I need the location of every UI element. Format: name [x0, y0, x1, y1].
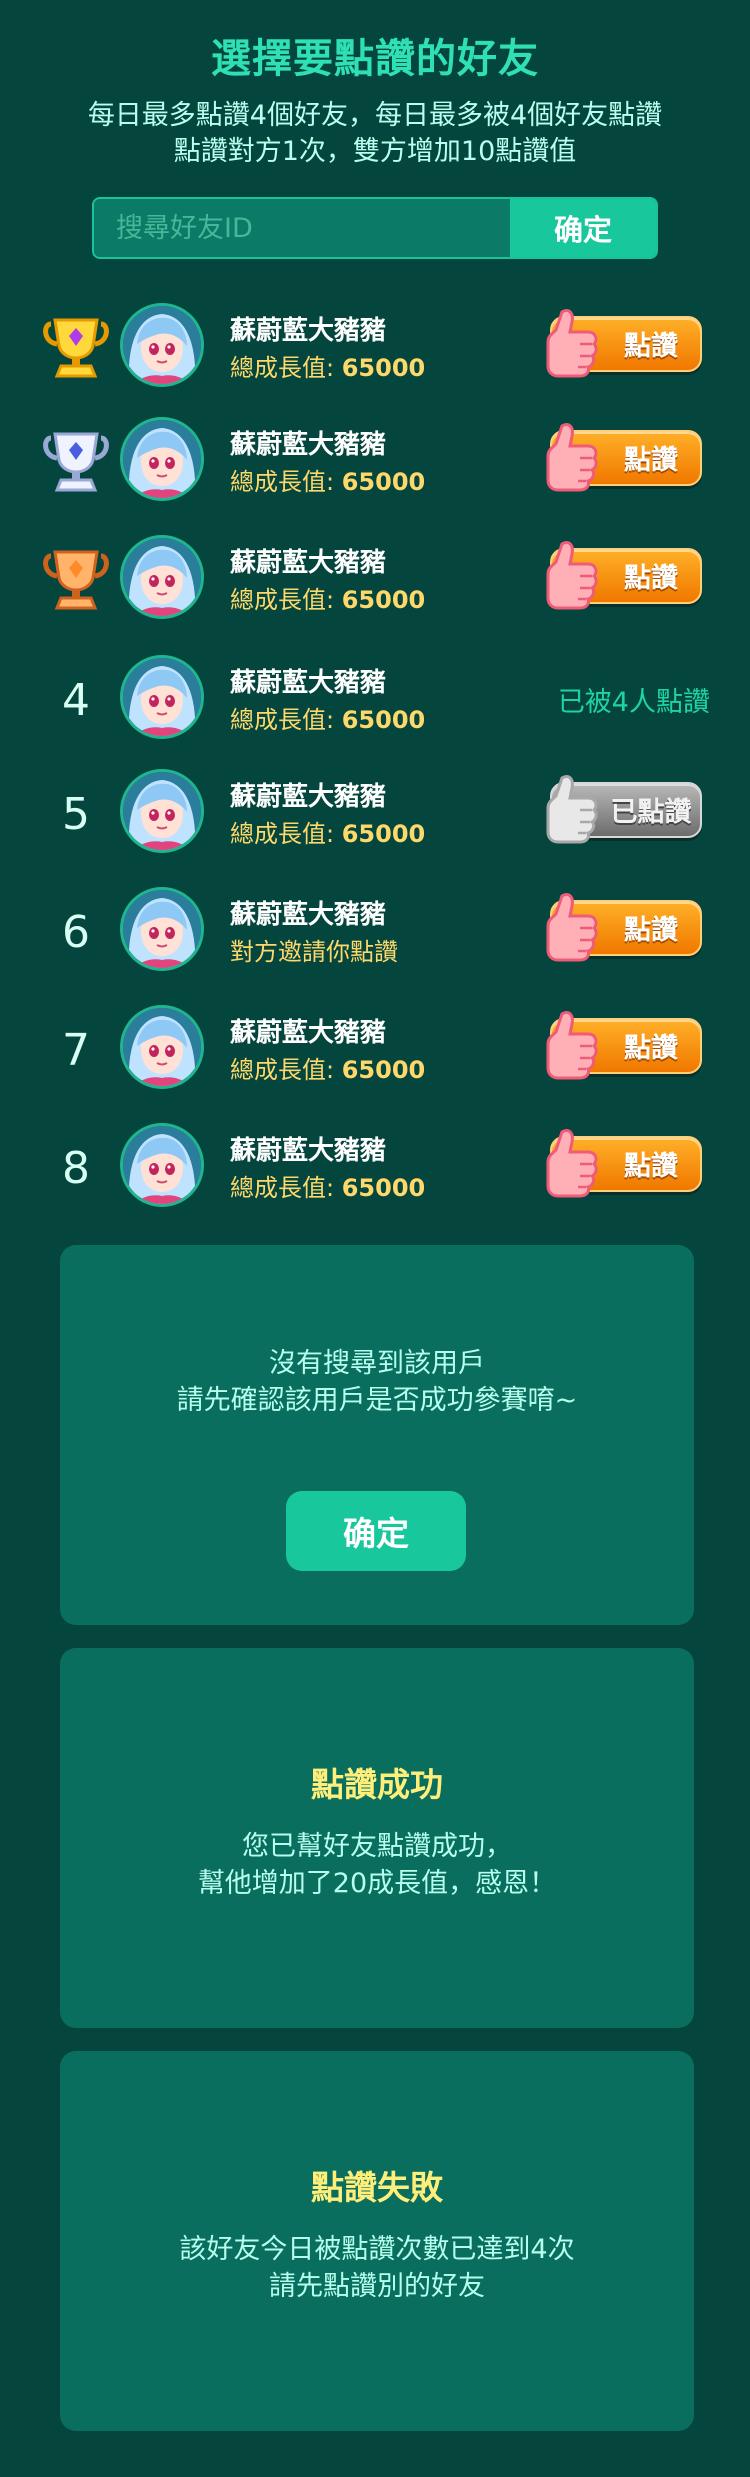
growth-label: 總成長值: [230, 586, 342, 614]
avatar[interactable] [120, 655, 204, 739]
friend-name: 蘇蔚藍大豬豬 [230, 548, 387, 578]
not-found-message: 沒有搜尋到該用戶 請先確認該用戶是否成功參賽唷~ [60, 1345, 694, 1419]
page-title: 選擇要點讚的好友 [211, 36, 539, 82]
like-button-label: 點讚 [624, 1033, 678, 1064]
thumbs-up-icon [546, 540, 598, 610]
liked-button: 已點讚 [540, 774, 706, 844]
liked-count-text: 已被4人點讚 [557, 687, 710, 718]
friend-name: 蘇蔚藍大豬豬 [230, 782, 387, 812]
avatar[interactable] [120, 769, 204, 853]
growth-label: 總成長值: [230, 1174, 342, 1202]
growth-value: 總成長值: 65000 [230, 814, 425, 849]
not-found-dialog: 沒有搜尋到該用戶 請先確認該用戶是否成功參賽唷~ 确定 [60, 1245, 694, 1625]
growth-value: 總成長值: 65000 [230, 700, 425, 735]
thumbs-up-icon [546, 308, 598, 378]
friend-name: 蘇蔚藍大豬豬 [230, 668, 387, 698]
friend-name: 蘇蔚藍大豬豬 [230, 316, 387, 346]
growth-value: 總成長值: 65000 [230, 1050, 425, 1085]
like-button[interactable]: 點讚 [540, 308, 706, 378]
search-bar: 确定 [92, 197, 658, 259]
friend-name: 蘇蔚藍大豬豬 [230, 1136, 387, 1166]
subtitle-line-2: 點讚對方1次，雙方增加10點讚值 [173, 136, 577, 167]
success-dialog: 點讚成功 您已幫好友點讚成功， 幫他增加了20成長值，感恩！ [60, 1648, 694, 2028]
growth-number: 65000 [341, 354, 426, 382]
growth-label: 總成長值: [230, 468, 342, 496]
friend-row: 8 蘇蔚藍大豬豬 總成長值: 65000 點讚 [0, 1112, 750, 1230]
like-button[interactable]: 點讚 [540, 1010, 706, 1080]
search-confirm-button[interactable]: 确定 [510, 199, 656, 257]
thumbs-up-icon [546, 422, 598, 492]
success-title: 點讚成功 [311, 1765, 443, 1804]
growth-number: 65000 [341, 706, 426, 734]
friend-row: 4 蘇蔚藍大豬豬 總成長值: 65000 已被4人點讚 [0, 644, 750, 762]
like-button-label: 點讚 [624, 445, 678, 476]
like-button-label: 點讚 [624, 563, 678, 594]
fail-line-2: 請先點讚別的好友 [269, 2271, 485, 2302]
growth-label: 總成長值: [230, 706, 342, 734]
like-button[interactable]: 點讚 [540, 1128, 706, 1198]
avatar[interactable] [120, 1123, 204, 1207]
thumbs-up-icon [546, 1010, 598, 1080]
subtitle-line-1: 每日最多點讚4個好友，每日最多被4個好友點讚 [87, 100, 663, 131]
growth-number: 65000 [341, 820, 426, 848]
silver-trophy-icon [38, 424, 114, 500]
growth-label: 總成長值: [230, 1056, 342, 1084]
growth-number: 65000 [341, 1174, 426, 1202]
friend-name: 蘇蔚藍大豬豬 [230, 1018, 387, 1048]
bronze-trophy-icon [38, 542, 114, 618]
growth-value: 總成長值: 65000 [230, 580, 425, 615]
avatar[interactable] [120, 535, 204, 619]
avatar[interactable] [120, 1005, 204, 1089]
friend-row: 蘇蔚藍大豬豬 總成長值: 65000 點讚 [0, 292, 750, 410]
growth-number: 65000 [341, 586, 426, 614]
growth-value: 總成長值: 65000 [230, 1168, 425, 1203]
friend-row: 7 蘇蔚藍大豬豬 總成長值: 65000 點讚 [0, 994, 750, 1112]
like-button-label: 已點讚 [610, 797, 692, 828]
growth-number: 65000 [341, 1056, 426, 1084]
invite-note: 對方邀請你點讚 [230, 938, 398, 966]
success-line-1: 您已幫好友點讚成功， [242, 1831, 512, 1862]
gold-trophy-icon [38, 310, 114, 386]
rank-number: 8 [62, 1142, 90, 1194]
not-found-line-1: 沒有搜尋到該用戶 [269, 1348, 485, 1379]
like-button[interactable]: 點讚 [540, 892, 706, 962]
fail-dialog: 點讚失敗 該好友今日被點讚次數已達到4次 請先點讚別的好友 [60, 2051, 694, 2431]
growth-value: 總成長值: 65000 [230, 462, 425, 497]
growth-label: 總成長值: [230, 354, 342, 382]
fail-message: 該好友今日被點讚次數已達到4次 請先點讚別的好友 [60, 2231, 694, 2305]
page-subtitle: 每日最多點讚4個好友，每日最多被4個好友點讚 點讚對方1次，雙方增加10點讚值 [0, 98, 750, 170]
growth-value: 總成長值: 65000 [230, 348, 425, 383]
friend-row: 5 蘇蔚藍大豬豬 總成長值: 65000 已點讚 [0, 758, 750, 876]
success-message: 您已幫好友點讚成功， 幫他增加了20成長值，感恩！ [60, 1828, 694, 1902]
rank-number: 5 [62, 788, 90, 840]
like-button-label: 點讚 [624, 331, 678, 362]
not-found-line-2: 請先確認該用戶是否成功參賽唷~ [176, 1385, 578, 1416]
fail-line-1: 該好友今日被點讚次數已達到4次 [179, 2234, 575, 2265]
avatar[interactable] [120, 303, 204, 387]
success-line-2: 幫他增加了20成長值，感恩！ [197, 1868, 557, 1899]
like-button[interactable]: 點讚 [540, 540, 706, 610]
growth-number: 65000 [341, 468, 426, 496]
friend-row: 蘇蔚藍大豬豬 總成長值: 65000 點讚 [0, 524, 750, 642]
rank-number: 6 [62, 906, 90, 958]
search-input[interactable] [94, 199, 510, 257]
like-button-label: 點讚 [624, 915, 678, 946]
avatar[interactable] [120, 417, 204, 501]
like-button-label: 點讚 [624, 1151, 678, 1182]
like-button[interactable]: 點讚 [540, 422, 706, 492]
thumbs-up-icon [546, 774, 598, 844]
thumbs-up-icon [546, 892, 598, 962]
dialog-confirm-button[interactable]: 确定 [286, 1491, 466, 1571]
rank-number: 4 [62, 674, 90, 726]
thumbs-up-icon [546, 1128, 598, 1198]
fail-title: 點讚失敗 [311, 2168, 443, 2207]
growth-label: 總成長值: [230, 820, 342, 848]
avatar[interactable] [120, 887, 204, 971]
rank-number: 7 [62, 1024, 90, 1076]
friend-name: 蘇蔚藍大豬豬 [230, 900, 387, 930]
friend-row: 6 蘇蔚藍大豬豬 對方邀請你點讚 點讚 [0, 876, 750, 994]
friend-row: 蘇蔚藍大豬豬 總成長值: 65000 點讚 [0, 406, 750, 524]
friend-name: 蘇蔚藍大豬豬 [230, 430, 387, 460]
